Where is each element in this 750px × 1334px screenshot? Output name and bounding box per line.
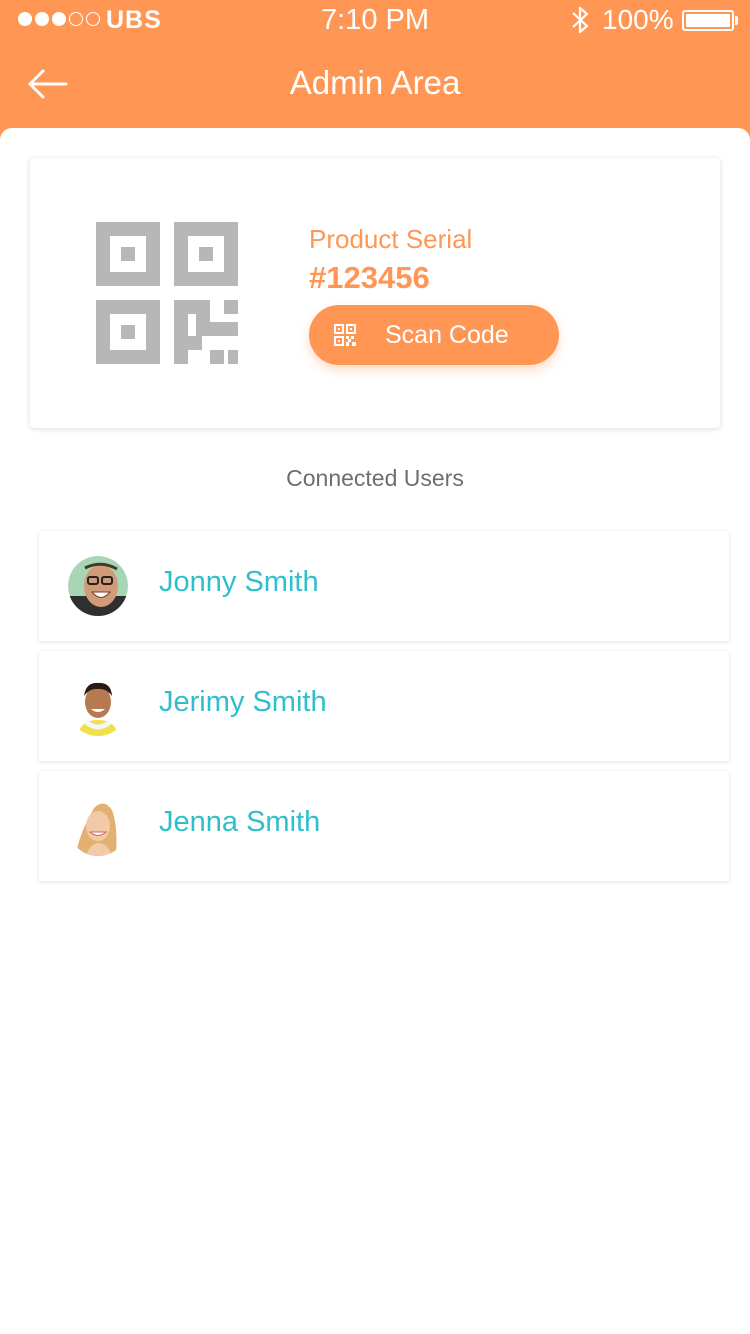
user-row-jonny-smith[interactable]: Jonny Smith (39, 531, 729, 641)
scan-code-button[interactable]: Scan Code (309, 305, 559, 365)
user-name: Jenna Smith (159, 806, 321, 838)
avatar (68, 796, 128, 856)
battery-icon (682, 10, 734, 31)
avatar (68, 556, 128, 616)
user-row-jenna-smith[interactable]: Jenna Smith (39, 771, 729, 881)
serial-label: Product Serial (309, 224, 473, 254)
product-card: Product Serial #123456 Scan Code (30, 158, 720, 428)
avatar (68, 676, 128, 736)
user-name: Jonny Smith (159, 566, 319, 598)
battery-tip (735, 16, 738, 25)
status-bar: UBS 7:10 PM 100% (0, 0, 750, 40)
scan-code-label: Scan Code (385, 321, 509, 349)
qr-code-icon (96, 222, 238, 364)
user-row-jerimy-smith[interactable]: Jerimy Smith (39, 651, 729, 761)
serial-value: #123456 (309, 260, 430, 295)
bluetooth-icon (572, 6, 589, 34)
qr-code-icon (334, 324, 356, 346)
section-title-connected-users: Connected Users (286, 465, 464, 491)
battery-percent: 100% (602, 4, 674, 35)
page-title: Admin Area (289, 64, 461, 101)
user-name: Jerimy Smith (159, 686, 327, 718)
